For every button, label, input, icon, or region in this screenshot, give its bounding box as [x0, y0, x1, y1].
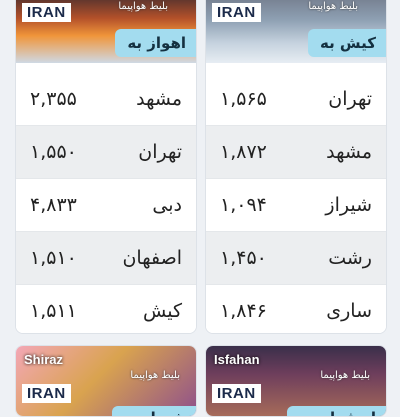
route-price: ۴,۸۳۳ [30, 194, 77, 216]
route-city: تهران [328, 88, 372, 110]
route-price: ۱,۵۱۱ [30, 300, 77, 322]
route-row[interactable]: ۴,۸۳۳ دبی [16, 179, 196, 232]
route-card-ahvaz[interactable]: IRAN بلیط هواپیما اهواز به ۲,۳۵۵ مشهد ۱,… [15, 0, 197, 334]
route-price: ۱,۰۹۴ [220, 194, 267, 216]
route-row[interactable]: ۱,۵۱۱ کیش [16, 285, 196, 333]
route-row[interactable]: ۱,۴۵۰ رشت [206, 232, 386, 285]
route-row[interactable]: ۱,۵۵۰ تهران [16, 126, 196, 179]
iran-tag: IRAN [22, 384, 71, 403]
route-card-isfahan[interactable]: Isfahan بلیط هواپیما IRAN اصفهان به [205, 345, 387, 417]
iran-tag: IRAN [22, 3, 71, 22]
route-city: شیراز [325, 194, 372, 216]
route-price: ۱,۴۵۰ [220, 247, 267, 269]
route-row[interactable]: ۱,۰۹۴ شیراز [206, 179, 386, 232]
route-city: مشهد [136, 88, 182, 110]
route-price: ۱,۵۱۰ [30, 247, 77, 269]
banner-image-shiraz: Shiraz بلیط هواپیما IRAN شیراز به [16, 346, 196, 416]
route-price: ۲,۳۵۵ [30, 88, 77, 110]
route-price: ۱,۸۷۲ [220, 141, 267, 163]
ticket-text: بلیط هواپیما [308, 1, 358, 12]
route-list: ۱,۵۶۵ تهران ۱,۸۷۲ مشهد ۱,۰۹۴ شیراز ۱,۴۵۰… [206, 73, 386, 333]
destination-label: شیراز به [112, 406, 196, 416]
destination-label: اصفهان به [287, 406, 386, 416]
route-list: ۲,۳۵۵ مشهد ۱,۵۵۰ تهران ۴,۸۳۳ دبی ۱,۵۱۰ ا… [16, 73, 196, 333]
route-price: ۱,۸۴۶ [220, 300, 267, 322]
iran-tag: IRAN [212, 3, 261, 22]
banner-image-ahvaz: IRAN بلیط هواپیما اهواز به [16, 0, 196, 63]
route-row[interactable]: ۱,۵۱۰ اصفهان [16, 232, 196, 285]
route-city: رشت [328, 247, 372, 269]
route-card-kish[interactable]: IRAN بلیط هواپیما کیش به ۱,۵۶۵ تهران ۱,۸… [205, 0, 387, 334]
route-row[interactable]: ۱,۵۶۵ تهران [206, 73, 386, 126]
route-city: تهران [138, 141, 182, 163]
city-name-latin: Isfahan [214, 352, 260, 367]
route-card-shiraz[interactable]: Shiraz بلیط هواپیما IRAN شیراز به [15, 345, 197, 417]
route-city: اصفهان [122, 247, 182, 269]
destination-label: کیش به [307, 29, 386, 57]
route-row[interactable]: ۲,۳۵۵ مشهد [16, 73, 196, 126]
destination-label: اهواز به [115, 29, 196, 57]
ticket-text: بلیط هواپیما [118, 1, 168, 12]
city-name-latin: Shiraz [24, 352, 64, 367]
route-city: مشهد [326, 141, 372, 163]
ticket-text: بلیط هواپیما [130, 370, 180, 381]
route-city: دبی [152, 194, 182, 216]
banner-image-isfahan: Isfahan بلیط هواپیما IRAN اصفهان به [206, 346, 386, 416]
ticket-text: بلیط هواپیما [320, 370, 370, 381]
route-price: ۱,۵۶۵ [220, 88, 267, 110]
route-city: کیش [142, 300, 182, 322]
route-price: ۱,۵۵۰ [30, 141, 77, 163]
banner-image-kish: IRAN بلیط هواپیما کیش به [206, 0, 386, 63]
route-row[interactable]: ۱,۸۷۲ مشهد [206, 126, 386, 179]
route-row[interactable]: ۱,۸۴۶ ساری [206, 285, 386, 333]
iran-tag: IRAN [212, 384, 261, 403]
route-city: ساری [326, 300, 372, 322]
